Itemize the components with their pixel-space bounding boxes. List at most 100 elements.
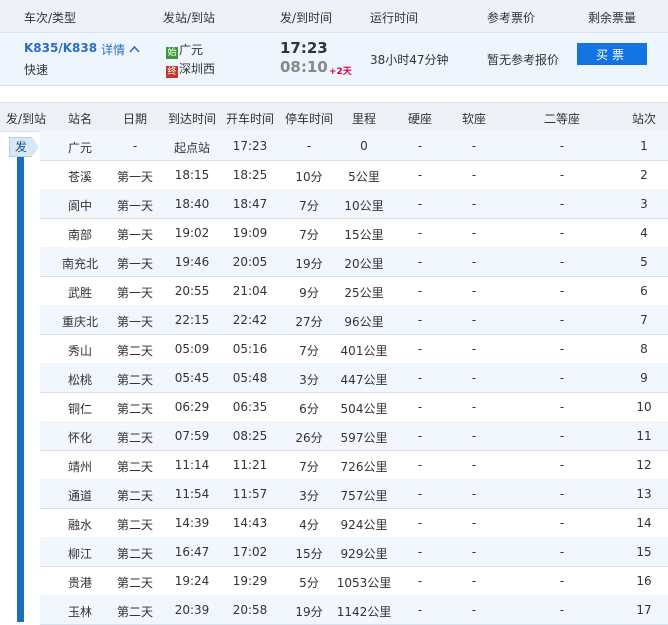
stop-distance: 10公里 (344, 199, 384, 213)
stop-second-class: - (559, 226, 565, 240)
col-hard-seat: 硬座 (407, 112, 433, 126)
stop-depart-time: 11:57 (232, 487, 268, 501)
table-row: 苍溪 第一天 18:15 18:25 10分 5公里 - - - 2 (40, 160, 668, 190)
stop-soft-seat: - (471, 255, 477, 269)
stop-station: 南充北 (61, 257, 99, 271)
stop-second-class: - (559, 516, 565, 530)
stop-soft-seat: - (471, 545, 477, 559)
buy-ticket-button[interactable]: 买票 (577, 43, 647, 65)
stop-second-class: - (559, 603, 565, 617)
stop-depart-time: 20:05 (232, 255, 268, 269)
stop-depart-time: 20:58 (232, 603, 268, 617)
stop-depart-time: 05:16 (232, 342, 268, 356)
stop-soft-seat: - (471, 139, 477, 153)
stop-seq: 14 (636, 516, 652, 530)
stop-distance: 1053公里 (336, 576, 392, 590)
stop-station: 柳江 (67, 547, 93, 561)
stop-hard-seat: - (417, 284, 423, 298)
stop-hard-seat: - (417, 197, 423, 211)
col-depart: 开车时间 (225, 112, 275, 126)
stop-soft-seat: - (471, 429, 477, 443)
stop-hard-seat: - (417, 487, 423, 501)
stop-second-class: - (559, 168, 565, 182)
table-row: 秀山 第二天 05:09 05:16 7分 401公里 - - - 8 (40, 334, 668, 364)
table-row: 松桃 第二天 05:45 05:48 3分 447公里 - - - 9 (40, 363, 668, 393)
table-row: 怀化 第二天 07:59 08:25 26分 597公里 - - - 11 (40, 421, 668, 451)
stop-station: 阆中 (67, 199, 93, 213)
stop-soft-seat: - (471, 313, 477, 327)
origin-badge-icon: 始 (166, 47, 178, 59)
stop-depart-time: 19:29 (232, 574, 268, 588)
header-train-type: 车次/类型 (24, 11, 77, 25)
stop-seq: 7 (640, 313, 648, 327)
stop-duration: 3分 (299, 373, 319, 387)
stop-depart-time: 18:47 (232, 197, 268, 211)
stop-date: 第一天 (116, 199, 154, 213)
stop-distance: 0 (360, 139, 368, 153)
stop-arrive-time: 18:40 (174, 197, 210, 211)
stop-second-class: - (559, 197, 565, 211)
stop-distance: 924公里 (340, 518, 388, 532)
stop-seq: 13 (636, 487, 652, 501)
stop-station: 贵港 (67, 576, 93, 590)
stop-date: 第二天 (116, 460, 154, 474)
header-duration: 运行时间 (370, 11, 419, 25)
train-code-link[interactable]: K835/K838 (24, 41, 97, 55)
stop-arrive-time: 05:45 (174, 371, 210, 385)
stop-depart-time: 05:48 (232, 371, 268, 385)
stop-hard-seat: - (417, 400, 423, 414)
from-station: 始广元 (166, 41, 203, 59)
table-row: 阆中 第一天 18:40 18:47 7分 10公里 - - - 3 (40, 189, 668, 219)
stop-hard-seat: - (417, 226, 423, 240)
table-row: 通道 第二天 11:54 11:57 3分 757公里 - - - 13 (40, 479, 668, 509)
stop-date: 第一天 (116, 315, 154, 329)
stop-duration: 19分 (295, 257, 323, 271)
stop-hard-seat: - (417, 516, 423, 530)
stop-hard-seat: - (417, 371, 423, 385)
col-date: 日期 (122, 112, 148, 126)
spacer (0, 85, 668, 103)
stop-soft-seat: - (471, 371, 477, 385)
stop-seq: 17 (636, 603, 652, 617)
col-stop: 停车时间 (284, 112, 334, 126)
stop-second-class: - (559, 545, 565, 559)
stop-arrive-time: 19:02 (174, 226, 210, 240)
stop-date: 第二天 (116, 431, 154, 445)
stop-distance: 20公里 (344, 257, 384, 271)
header-price: 参考票价 (487, 11, 536, 25)
stop-date: 第二天 (116, 402, 154, 416)
stop-station: 靖州 (67, 460, 93, 474)
stop-hard-seat: - (417, 342, 423, 356)
stop-second-class: - (559, 255, 565, 269)
stop-soft-seat: - (471, 516, 477, 530)
stop-second-class: - (559, 400, 565, 414)
stop-duration: 7分 (299, 344, 319, 358)
stop-soft-seat: - (471, 168, 477, 182)
table-row: 贵港 第二天 19:24 19:29 5分 1053公里 - - - 16 (40, 566, 668, 596)
stop-arrive-time: 11:14 (174, 458, 210, 472)
stop-hard-seat: - (417, 429, 423, 443)
table-row: 广元 - 起点站 17:23 - 0 - - - 1 (40, 131, 668, 161)
stop-arrive-time: 07:59 (174, 429, 210, 443)
col-soft-seat: 软座 (461, 112, 487, 126)
detail-toggle[interactable]: 详情 (101, 41, 140, 58)
col-seq: 站次 (631, 112, 657, 126)
stop-soft-seat: - (471, 574, 477, 588)
stop-arrive-time: 20:39 (174, 603, 210, 617)
stop-station: 武胜 (67, 286, 93, 300)
stop-date: 第二天 (116, 344, 154, 358)
stop-duration: 5分 (299, 576, 319, 590)
col-station: 站名 (67, 112, 93, 126)
stop-arrive-time: 19:24 (174, 574, 210, 588)
run-duration: 38小时47分钟 (370, 53, 449, 67)
detail-label: 详情 (101, 43, 126, 57)
terminal-badge-icon: 终 (166, 66, 178, 78)
stops-table-header: 发/到站 站名 日期 到达时间 开车时间 停车时间 里程 硬座 软座 二等座 站… (0, 102, 668, 132)
col-distance: 里程 (351, 112, 377, 126)
table-row: 融水 第二天 14:39 14:43 4分 924公里 - - - 14 (40, 508, 668, 538)
stop-duration: 10分 (295, 170, 323, 184)
stop-arrive-time: 18:15 (174, 168, 210, 182)
stop-arrive-time: 06:29 (174, 400, 210, 414)
stop-soft-seat: - (471, 342, 477, 356)
stop-date: 第二天 (116, 489, 154, 503)
